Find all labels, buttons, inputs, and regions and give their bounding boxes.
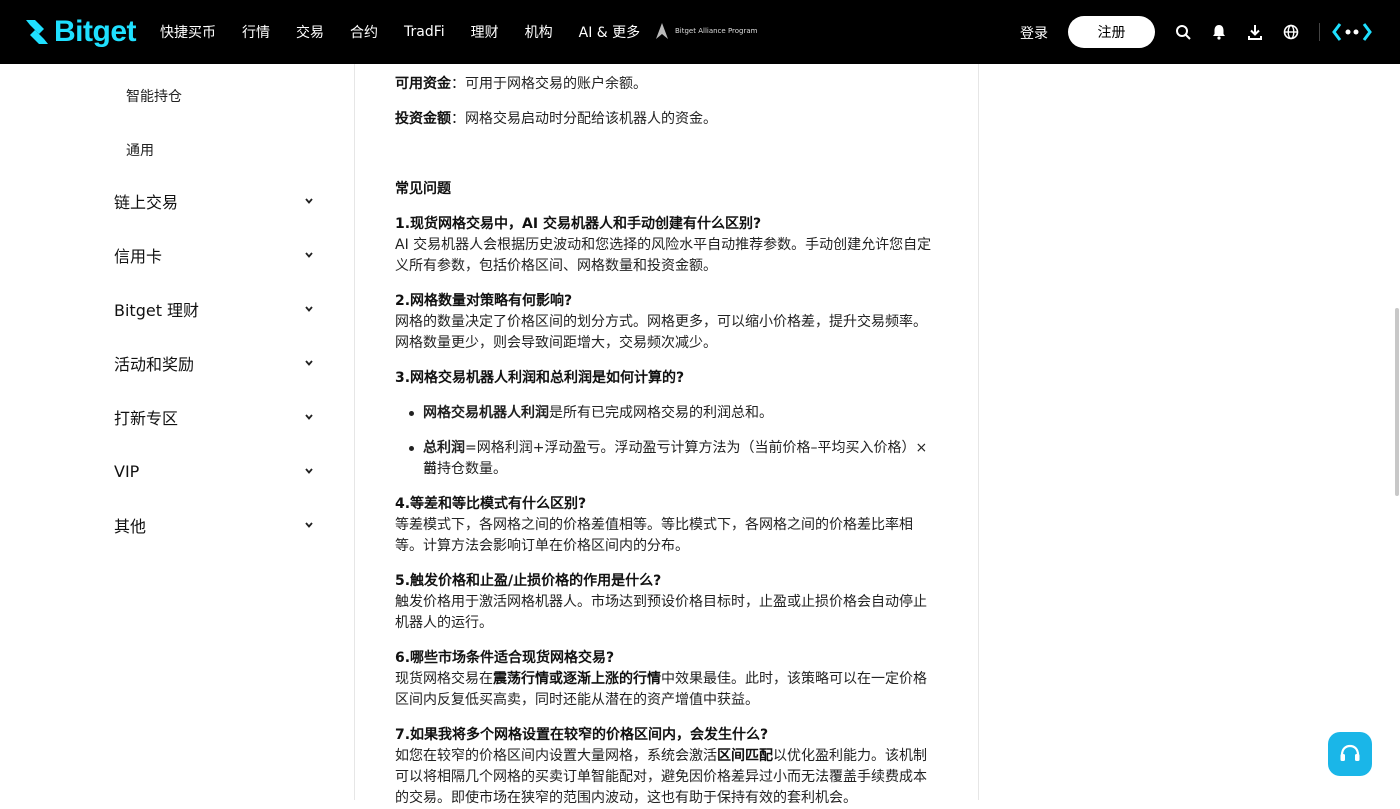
faq-answer-6-line-1: 现货网格交易在震荡行情或逐渐上涨的行情中效果最佳。此时，该策略可以在一定价格 bbox=[395, 669, 935, 690]
bell-icon[interactable] bbox=[1209, 22, 1229, 42]
sidebar-group-label: 活动和奖励 bbox=[114, 355, 195, 374]
sidebar-group-label: 打新专区 bbox=[114, 409, 179, 428]
alliance-program-label: Bitget Alliance Program bbox=[675, 27, 758, 35]
answer-text: 如您在较窄的价格区间内设置大量网格，系统会激活 bbox=[395, 748, 717, 764]
nav-item-earn[interactable]: 理财 bbox=[471, 22, 499, 42]
chevron-down-icon bbox=[304, 412, 314, 422]
nav-item-quick-buy[interactable]: 快捷买币 bbox=[160, 22, 216, 42]
main-menu: 快捷买币 行情 交易 合约 TradFi 理财 机构 AI & 更多 bbox=[160, 0, 666, 64]
download-icon[interactable] bbox=[1245, 22, 1265, 42]
faq-answer-3-bullet-1: 网格交易机器人利润是所有已完成网格交易的利润总和。 bbox=[409, 403, 935, 424]
nav-item-futures[interactable]: 合约 bbox=[350, 22, 378, 42]
help-sidebar: 智能持仓 通用 链上交易 信用卡 Bitget 理财 活动和奖励 打新专区 VI… bbox=[0, 64, 354, 800]
sidebar-group-other[interactable]: 其他 bbox=[114, 510, 314, 540]
answer-text: 以优化盈利能力。该机制 bbox=[773, 748, 927, 764]
answer-bold: 震荡行情或逐渐上涨的行情 bbox=[493, 671, 661, 687]
alliance-icon bbox=[656, 23, 668, 39]
brand-mark-icon[interactable] bbox=[1332, 22, 1372, 42]
faq-answer-4-line-2: 等。计算方法会影响订单在价格区间内的分布。 bbox=[395, 538, 689, 554]
term-description: 可用于网格交易的账户余额。 bbox=[465, 76, 647, 92]
faq-answer-6-line-2: 区间内反复低买高卖，同时还能从潜在的资产增值中获益。 bbox=[395, 692, 759, 708]
headset-icon bbox=[1340, 744, 1360, 761]
bullet-text: 是所有已完成网格交易的利润总和。 bbox=[549, 405, 773, 421]
nav-divider bbox=[1319, 23, 1320, 41]
sidebar-group-label: VIP bbox=[114, 461, 140, 481]
faq-question-7: 7.如果我将多个网格设置在较窄的价格区间内，会发生什么? bbox=[395, 727, 769, 743]
faq-answer-7-line-2: 可以将相隔几个网格的买卖订单智能配对，避免因价格差异过小而无法覆盖手续费成本 bbox=[395, 769, 927, 785]
faq-answer-1-line-2: 义所有参数，包括价格区间、网格数量和投资金额。 bbox=[395, 258, 717, 274]
sidebar-group-credit-card[interactable]: 信用卡 bbox=[114, 240, 314, 270]
sidebar-group-label: 链上交易 bbox=[114, 193, 179, 212]
alliance-program-link[interactable]: Bitget Alliance Program bbox=[655, 22, 757, 40]
faq-question-2: 2.网格数量对策略有何影响? bbox=[395, 293, 573, 309]
nav-item-institutional[interactable]: 机构 bbox=[525, 22, 553, 42]
faq-answer-7-line-1: 如您在较窄的价格区间内设置大量网格，系统会激活区间匹配以优化盈利能力。该机制 bbox=[395, 746, 935, 767]
customer-support-button[interactable] bbox=[1328, 732, 1372, 776]
sidebar-group-label: Bitget 理财 bbox=[114, 301, 200, 320]
chevron-down-icon bbox=[304, 466, 314, 476]
term-separator: ： bbox=[451, 111, 465, 127]
definition-investment-amount: 投资金额：网格交易启动时分配给该机器人的资金。 bbox=[395, 109, 935, 130]
bullet-bold-term: 总利润 bbox=[423, 440, 465, 456]
nav-item-tradfi[interactable]: TradFi bbox=[404, 24, 445, 40]
search-icon[interactable] bbox=[1173, 22, 1193, 42]
faq-answer-5-line-1: 触发价格用于激活网格机器人。市场达到预设价格目标时，止盈或止损价格会自动停止 bbox=[395, 594, 927, 610]
answer-bold: 区间匹配 bbox=[717, 748, 773, 764]
faq-answer-3-bullet-2-line-2: 前持仓数量。 bbox=[423, 461, 507, 477]
faq-answer-4-line-1: 等差模式下，各网格之间的价格差值相等。等比模式下，各网格之间的价格差比率相 bbox=[395, 517, 913, 533]
chevron-down-icon bbox=[304, 250, 314, 260]
term-description: 网格交易启动时分配给该机器人的资金。 bbox=[465, 111, 717, 127]
chevron-down-icon bbox=[304, 304, 314, 314]
faq-answer-5-line-2: 机器人的运行。 bbox=[395, 615, 493, 631]
faq-question-3: 3.网格交易机器人利润和总利润是如何计算的? bbox=[395, 370, 685, 386]
sidebar-divider bbox=[354, 64, 355, 800]
faq-answer-7-line-3: 的交易。即使市场在狭窄的范围内波动，这也有助于保持有效的套利机会。 bbox=[395, 790, 857, 806]
faq-question-4: 4.等差和等比模式有什么区别? bbox=[395, 496, 587, 512]
sidebar-group-label: 信用卡 bbox=[114, 247, 163, 266]
faq-question-6: 6.哪些市场条件适合现货网格交易? bbox=[395, 650, 615, 666]
faq-question-5: 5.触发价格和止盈/止损价格的作用是什么? bbox=[395, 573, 662, 589]
nav-item-markets[interactable]: 行情 bbox=[242, 22, 270, 42]
sidebar-group-onchain[interactable]: 链上交易 bbox=[114, 186, 314, 216]
sidebar-group-events[interactable]: 活动和奖励 bbox=[114, 348, 314, 378]
login-button[interactable]: 登录 bbox=[1020, 23, 1048, 43]
faq-question-1: 1.现货网格交易中，AI 交易机器人和手动创建有什么区别? bbox=[395, 216, 762, 232]
page-scrollbar[interactable] bbox=[1395, 308, 1399, 496]
sidebar-group-launch[interactable]: 打新专区 bbox=[114, 402, 314, 432]
sidebar-group-earn[interactable]: Bitget 理财 bbox=[114, 294, 314, 324]
term-label: 投资金额 bbox=[395, 111, 451, 127]
answer-text: 中效果最佳。此时，该策略可以在一定价格 bbox=[661, 671, 927, 687]
sidebar-group-label: 其他 bbox=[114, 517, 147, 536]
faq-answer-2-line-2: 网格数量更少，则会导致间距增大，交易频次减少。 bbox=[395, 335, 717, 351]
sidebar-subitem-smart-position[interactable]: 智能持仓 bbox=[126, 86, 182, 106]
bullet-bold-term: 网格交易机器人利润 bbox=[423, 405, 549, 421]
content-divider bbox=[978, 64, 979, 800]
bitget-logo[interactable]: Bitget bbox=[24, 14, 137, 50]
faq-answer-2-line-1: 网格的数量决定了价格区间的划分方式。网格更多，可以缩小价格差，提升交易频率。 bbox=[395, 314, 927, 330]
faq-answer-1-line-1: AI 交易机器人会根据历史波动和您选择的风险水平自动推荐参数。手动创建允许您自定 bbox=[395, 237, 932, 253]
top-nav: Bitget 快捷买币 行情 交易 合约 TradFi 理财 机构 AI & 更… bbox=[0, 0, 1400, 64]
bitget-logo-icon bbox=[26, 20, 48, 44]
sidebar-group-vip[interactable]: VIP bbox=[114, 456, 314, 486]
faq-title: 常见问题 bbox=[395, 181, 451, 197]
term-separator: ： bbox=[451, 76, 465, 92]
nav-item-trade[interactable]: 交易 bbox=[296, 22, 324, 42]
sidebar-subitem-general[interactable]: 通用 bbox=[126, 140, 154, 160]
brand-name: Bitget bbox=[54, 15, 137, 48]
globe-icon[interactable] bbox=[1281, 22, 1301, 42]
register-button[interactable]: 注册 bbox=[1068, 16, 1155, 48]
definition-available-funds: 可用资金：可用于网格交易的账户余额。 bbox=[395, 74, 935, 95]
nav-item-ai-more[interactable]: AI & 更多 bbox=[579, 22, 641, 42]
chevron-down-icon bbox=[304, 358, 314, 368]
chevron-down-icon bbox=[304, 520, 314, 530]
term-label: 可用资金 bbox=[395, 76, 451, 92]
chevron-down-icon bbox=[304, 196, 314, 206]
answer-text: 现货网格交易在 bbox=[395, 671, 493, 687]
